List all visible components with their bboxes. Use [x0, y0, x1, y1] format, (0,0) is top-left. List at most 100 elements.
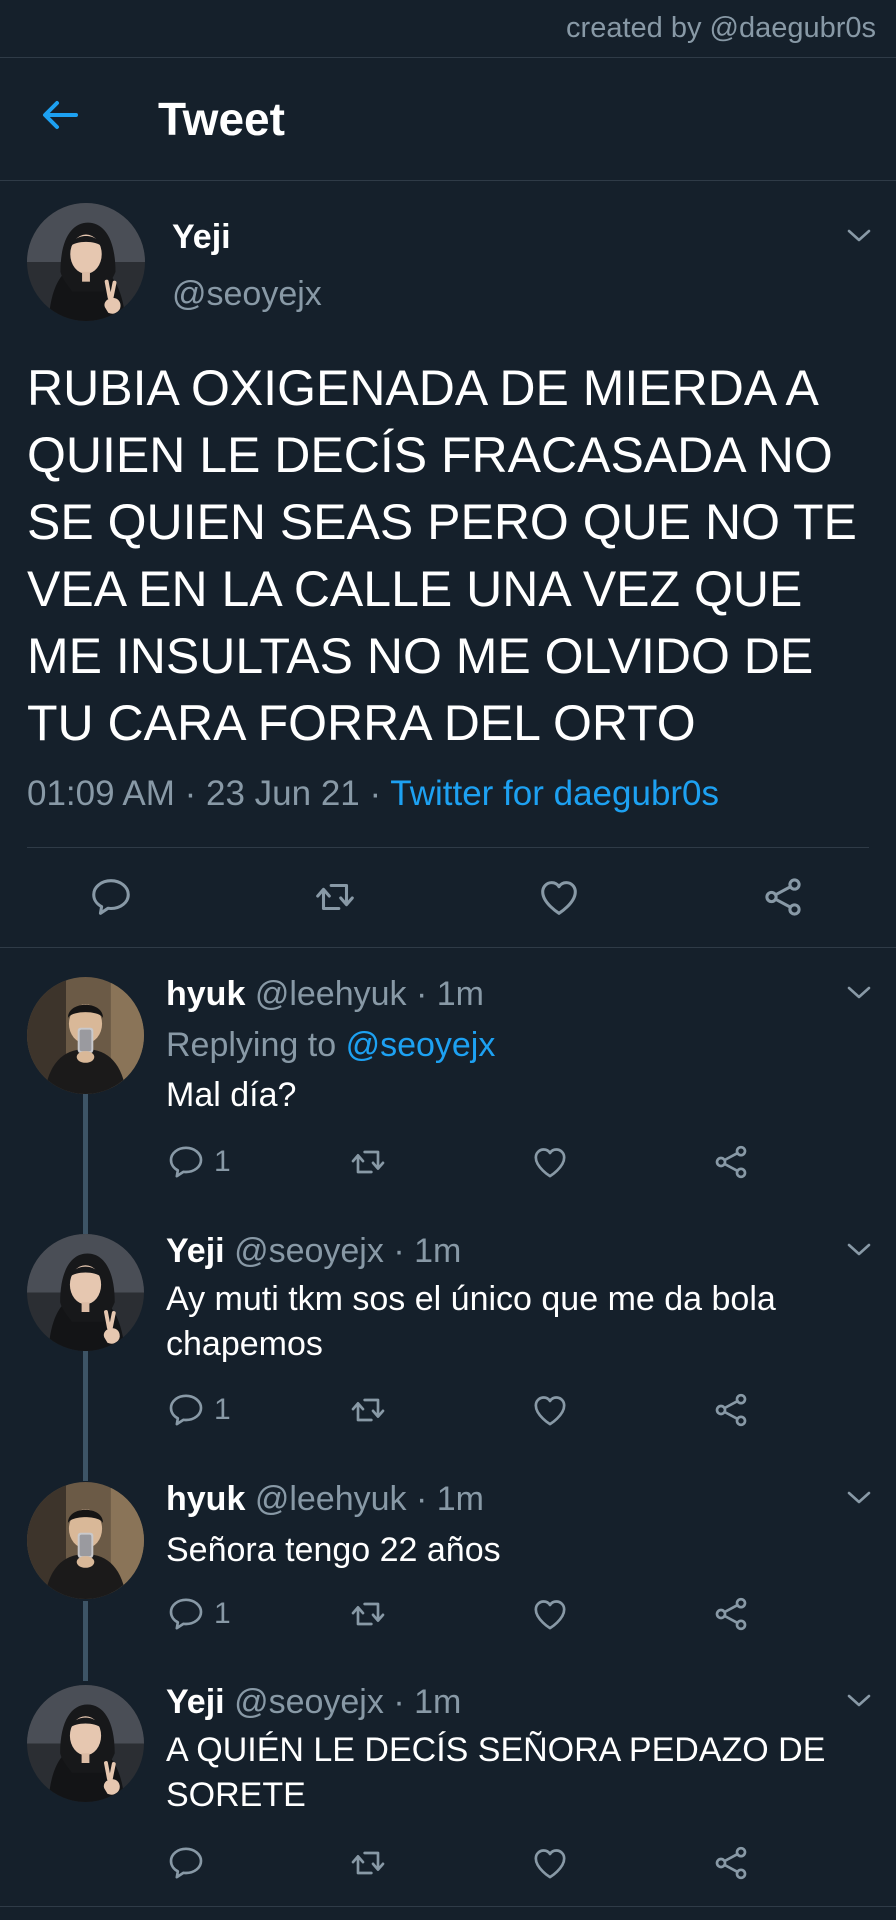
reply-button[interactable]: 1 — [166, 1594, 231, 1634]
reply-tweet[interactable]: Yeji @seoyejx · 1m Ay muti tkm sos el ún… — [0, 1222, 896, 1452]
reply-text: A QUIÉN LE DECÍS SEÑORA PEDAZO DE SORETE — [166, 1731, 826, 1814]
share-icon — [711, 1594, 751, 1634]
author-handle[interactable]: @seoyejx — [172, 275, 322, 314]
share-button[interactable] — [711, 1594, 751, 1639]
reply-time: 1m — [436, 1480, 484, 1518]
reply-button[interactable] — [166, 1843, 214, 1883]
avatar[interactable] — [27, 203, 145, 321]
reply-author-handle[interactable]: @seoyejx — [234, 1683, 384, 1721]
retweet-button[interactable] — [348, 1843, 388, 1888]
like-button[interactable] — [530, 1142, 570, 1187]
reply-count: 1 — [214, 1597, 231, 1630]
tweet-menu-button[interactable] — [844, 226, 874, 246]
avatar[interactable] — [27, 977, 144, 1094]
reply-time: 1m — [414, 1683, 462, 1721]
chevron-down-icon — [844, 1240, 874, 1260]
chevron-down-icon — [844, 1488, 874, 1508]
reply-time: 1m — [436, 975, 484, 1013]
reply-author-handle[interactable]: @leehyuk — [255, 975, 407, 1013]
share-button[interactable] — [711, 1843, 751, 1888]
divider — [0, 57, 896, 58]
retweet-icon — [348, 1142, 388, 1182]
avatar[interactable] — [27, 1685, 144, 1802]
author-name[interactable]: Yeji — [172, 218, 231, 257]
meta-separator: · — [415, 1480, 428, 1518]
meta-separator: · — [184, 774, 197, 813]
tweet-menu-button[interactable] — [844, 983, 874, 1003]
reply-author-name[interactable]: hyuk — [166, 1480, 245, 1518]
chevron-down-icon — [844, 983, 874, 1003]
tweet-menu-button[interactable] — [844, 1691, 874, 1711]
tweet-menu-button[interactable] — [844, 1240, 874, 1260]
reply-tweet[interactable]: hyuk @leehyuk · 1m Replying to @seoyejx … — [0, 965, 896, 1195]
meta-separator: · — [415, 975, 428, 1013]
reply-author-name[interactable]: hyuk — [166, 975, 245, 1013]
back-button[interactable] — [40, 95, 80, 135]
credit-label: created by @daegubr0s — [566, 12, 876, 44]
share-button[interactable] — [711, 1390, 751, 1435]
reply-time: 1m — [414, 1232, 462, 1270]
retweet-button[interactable] — [312, 874, 358, 925]
reply-text: Señora tengo 22 años — [166, 1531, 501, 1569]
like-button[interactable] — [530, 1390, 570, 1435]
share-button[interactable] — [760, 874, 806, 925]
tweet-source-link[interactable]: Twitter for daegubr0s — [390, 774, 719, 813]
like-icon — [530, 1594, 570, 1634]
reply-button[interactable] — [88, 874, 134, 925]
like-icon — [536, 874, 582, 920]
chevron-down-icon — [844, 1691, 874, 1711]
reply-author-handle[interactable]: @leehyuk — [255, 1480, 407, 1518]
retweet-icon — [348, 1390, 388, 1430]
divider — [0, 947, 896, 948]
avatar[interactable] — [27, 1234, 144, 1351]
reply-text: Mal día? — [166, 1076, 297, 1114]
retweet-button[interactable] — [348, 1594, 388, 1639]
reply-author-name[interactable]: Yeji — [166, 1683, 225, 1721]
reply-icon — [166, 1594, 206, 1634]
share-button[interactable] — [711, 1142, 751, 1187]
meta-separator: · — [393, 1683, 405, 1721]
divider — [0, 180, 896, 181]
avatar[interactable] — [27, 1482, 144, 1599]
like-button[interactable] — [536, 874, 582, 925]
reply-author-name[interactable]: Yeji — [166, 1232, 225, 1270]
reply-tweet[interactable]: Yeji @seoyejx · 1m A QUIÉN LE DECÍS SEÑO… — [0, 1673, 896, 1903]
reply-text: Ay muti tkm sos el único que me da bola … — [166, 1280, 776, 1363]
back-arrow-icon — [43, 101, 78, 129]
reply-count: 1 — [214, 1145, 231, 1178]
retweet-button[interactable] — [348, 1142, 388, 1187]
tweet-time: 01:09 AM — [27, 774, 175, 813]
retweet-button[interactable] — [348, 1390, 388, 1435]
like-button[interactable] — [530, 1843, 570, 1888]
reply-count: 1 — [214, 1393, 231, 1426]
divider — [27, 847, 869, 848]
reply-icon — [166, 1843, 206, 1883]
reply-icon — [166, 1142, 206, 1182]
tweet-menu-button[interactable] — [844, 1488, 874, 1508]
reply-icon — [166, 1390, 206, 1430]
like-icon — [530, 1843, 570, 1883]
reply-button[interactable]: 1 — [166, 1142, 231, 1182]
divider — [0, 1906, 896, 1907]
like-icon — [530, 1142, 570, 1182]
replying-to-link[interactable]: @seoyejx — [346, 1026, 496, 1064]
like-button[interactable] — [530, 1594, 570, 1639]
tweet-meta: 01:09 AM · 23 Jun 21 · Twitter for daegu… — [27, 774, 719, 814]
tweet-date: 23 Jun 21 — [206, 774, 360, 813]
reply-button[interactable]: 1 — [166, 1390, 231, 1430]
reply-tweet[interactable]: hyuk @leehyuk · 1m Señora tengo 22 años … — [0, 1470, 896, 1650]
page-title: Tweet — [158, 93, 285, 145]
meta-separator: · — [393, 1232, 405, 1270]
reply-icon — [88, 874, 134, 920]
top-strip: created by @daegubr0s — [0, 0, 896, 58]
retweet-icon — [348, 1594, 388, 1634]
share-icon — [711, 1142, 751, 1182]
like-icon — [530, 1390, 570, 1430]
chevron-down-icon — [844, 226, 874, 246]
retweet-icon — [312, 874, 358, 920]
replying-to-label: Replying to — [166, 1026, 337, 1064]
share-icon — [711, 1390, 751, 1430]
reply-author-handle[interactable]: @seoyejx — [234, 1232, 384, 1270]
retweet-icon — [348, 1843, 388, 1883]
share-icon — [760, 874, 806, 920]
